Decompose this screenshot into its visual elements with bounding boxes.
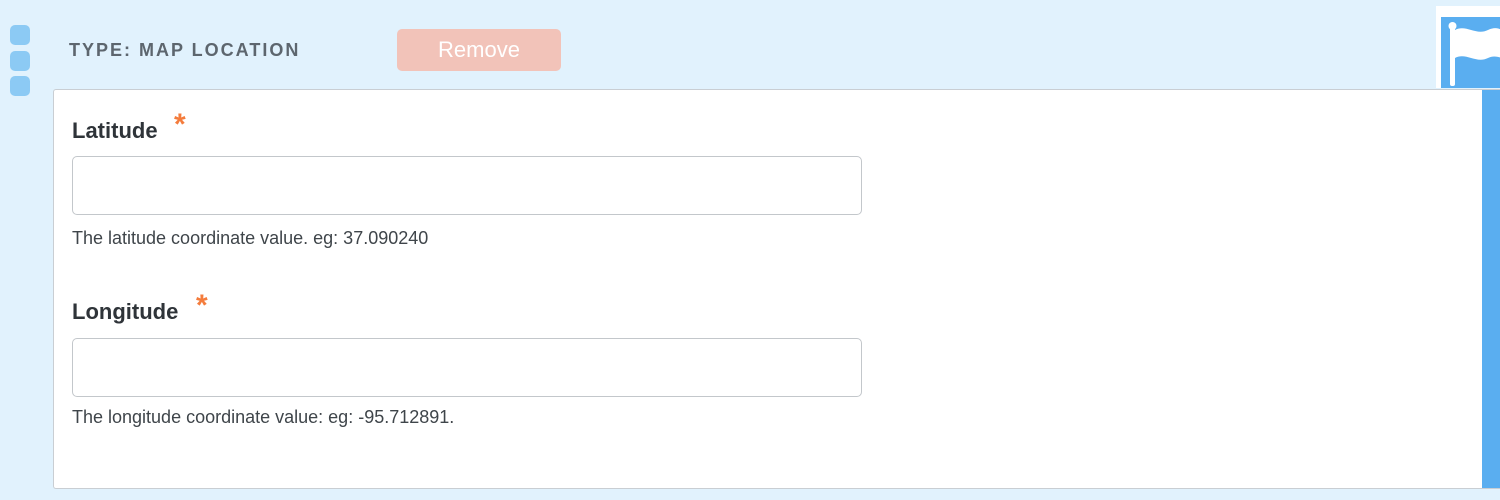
drag-dot [10, 25, 30, 45]
longitude-required-mark: * [196, 289, 208, 322]
panel-accent-bar [1482, 90, 1500, 488]
latitude-label: Latitude [72, 118, 158, 143]
map-location-block: TYPE: MAP LOCATION Remove Latitude * The… [0, 0, 1500, 500]
longitude-input[interactable] [72, 338, 862, 397]
remove-button[interactable]: Remove [397, 29, 561, 71]
drag-handle-icon[interactable] [10, 25, 30, 97]
longitude-help-text: The longitude coordinate value: eg: -95.… [72, 407, 455, 427]
block-type-title: TYPE: MAP LOCATION [69, 40, 301, 60]
fields-panel: Latitude * The latitude coordinate value… [53, 89, 1500, 489]
flag-button[interactable] [1436, 6, 1500, 88]
flag-icon [1448, 22, 1500, 86]
latitude-input[interactable] [72, 156, 862, 215]
latitude-help-text: The latitude coordinate value. eg: 37.09… [72, 228, 429, 248]
drag-dot [10, 51, 30, 71]
latitude-required-mark: * [174, 108, 186, 141]
drag-dot [10, 76, 30, 96]
longitude-label: Longitude [72, 299, 179, 324]
